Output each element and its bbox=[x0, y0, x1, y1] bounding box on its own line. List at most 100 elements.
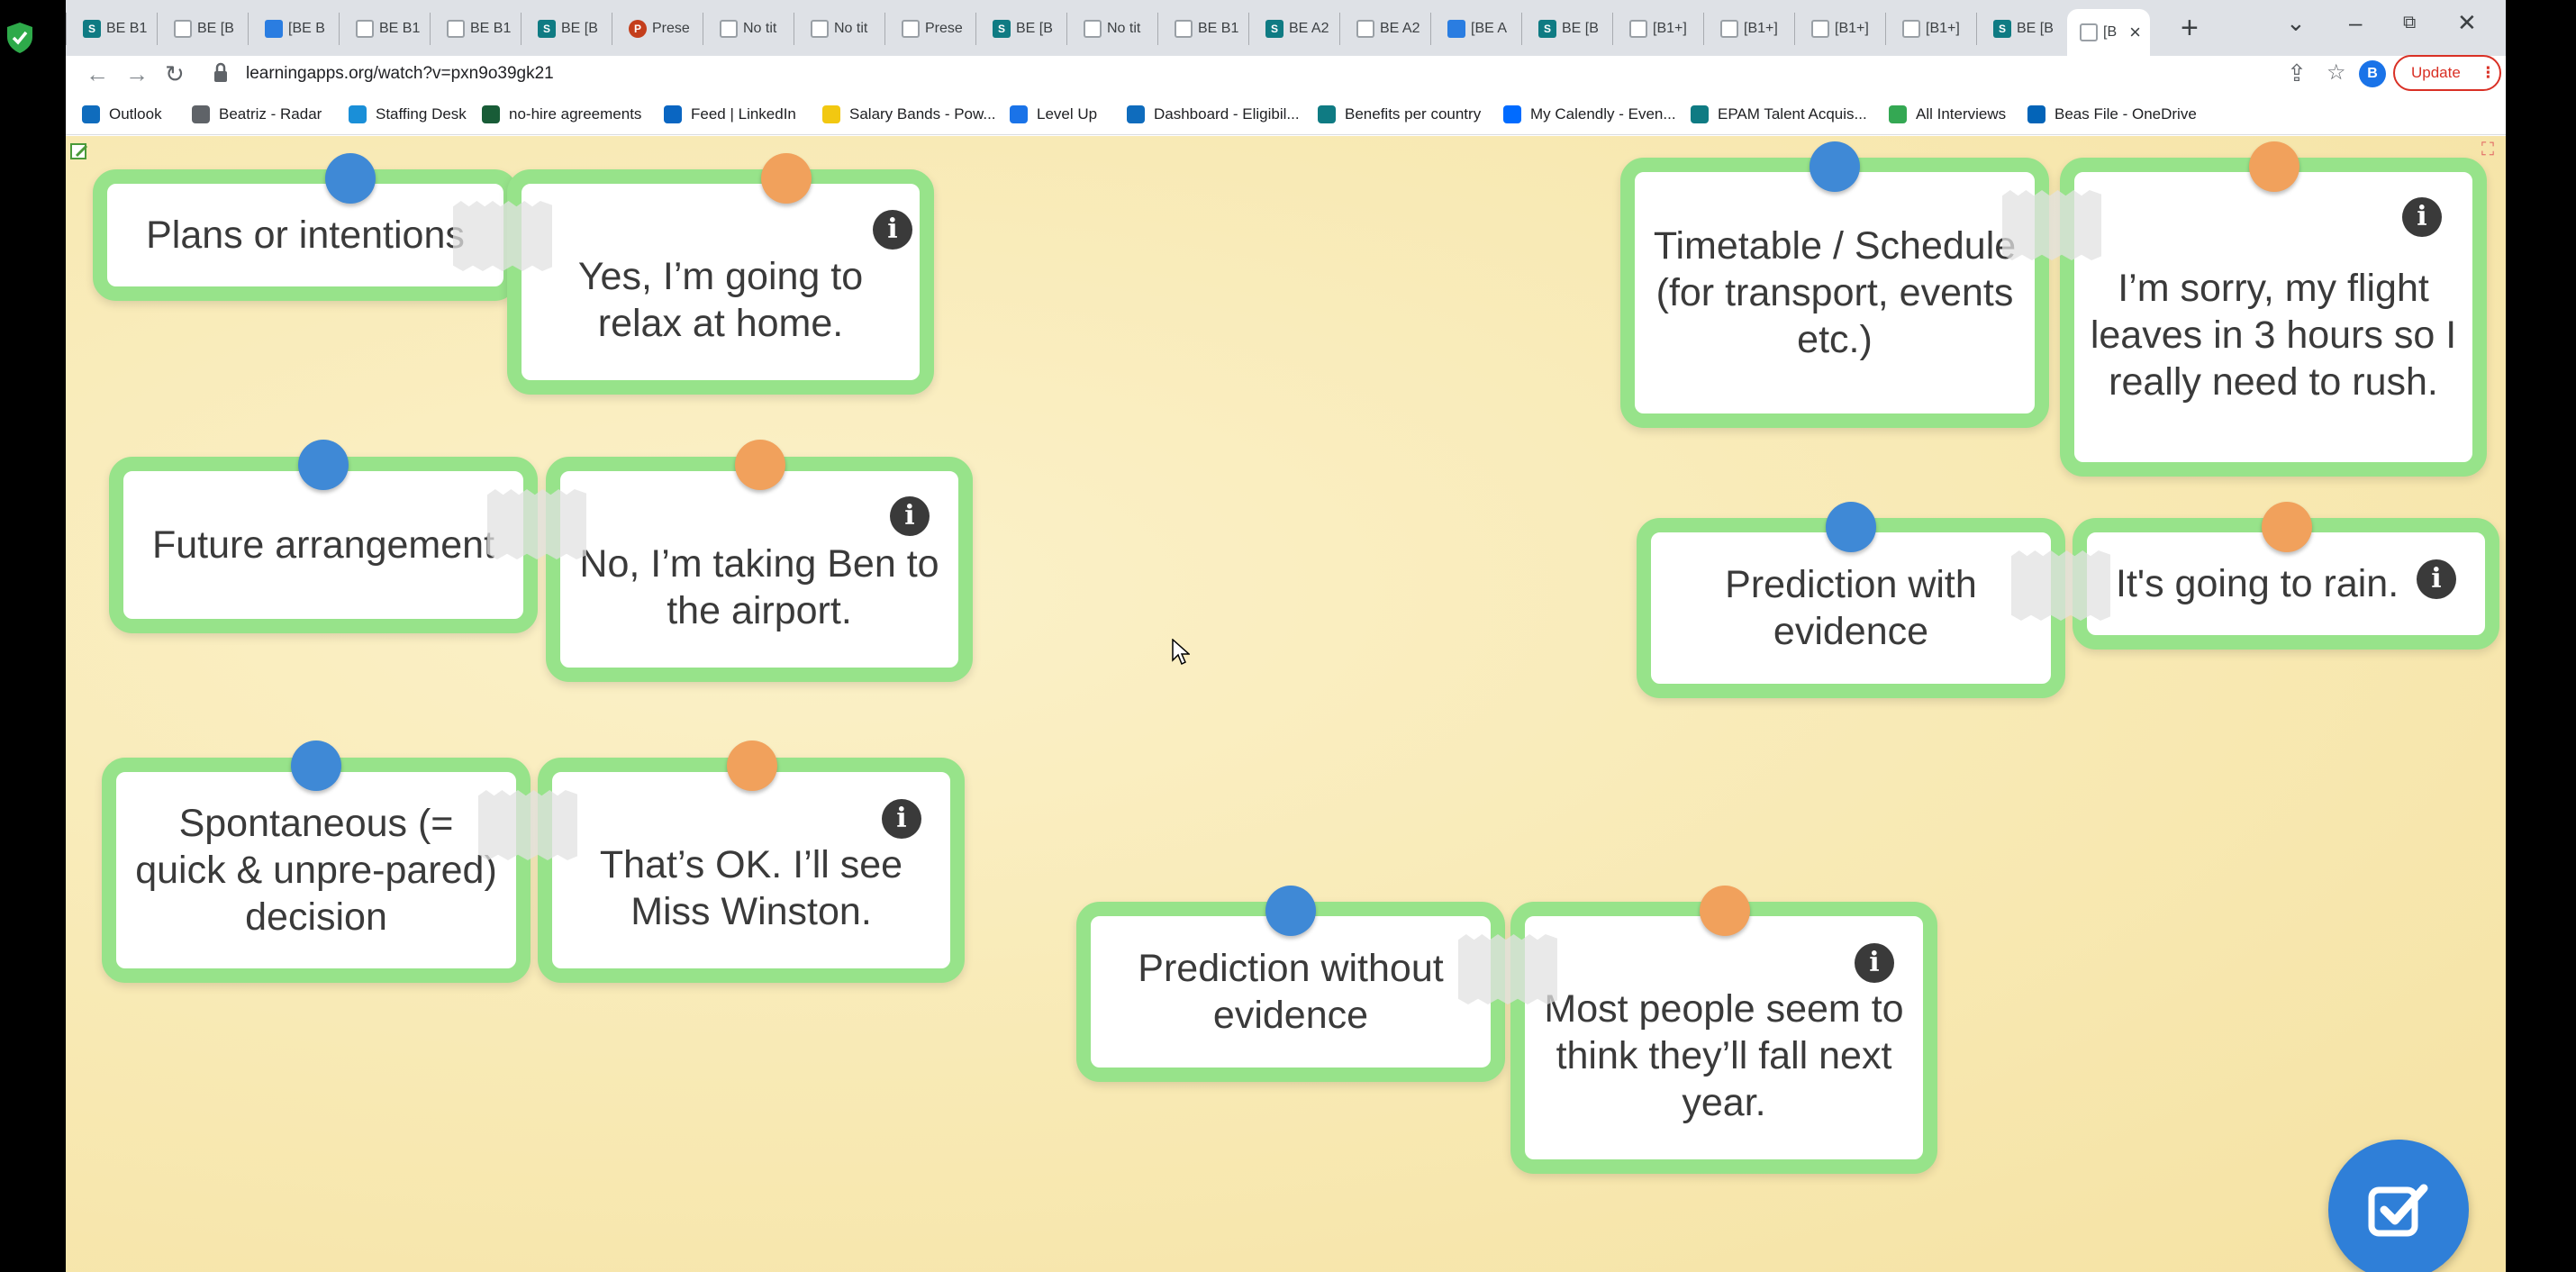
browser-tab[interactable]: S BE [B bbox=[975, 13, 1062, 45]
bookmark-item[interactable]: Feed | LinkedIn bbox=[664, 101, 796, 128]
tape-connector bbox=[2011, 550, 2110, 621]
sharepoint-icon: S bbox=[1265, 20, 1283, 38]
browser-tab[interactable]: P Prese bbox=[612, 13, 698, 45]
puzzle-icon bbox=[1447, 20, 1465, 38]
browser-tab[interactable]: BE [B bbox=[157, 13, 243, 45]
page-icon bbox=[811, 20, 829, 38]
menu-kebab-icon: ⋮ bbox=[2480, 64, 2496, 81]
bookmark-item[interactable]: My Calendly - Even... bbox=[1503, 101, 1676, 128]
browser-tab[interactable]: [BE A bbox=[1430, 13, 1517, 45]
tab-label: No tit bbox=[743, 21, 777, 36]
bookmark-item[interactable]: All Interviews bbox=[1889, 101, 2006, 128]
answer-card[interactable]: No, I’m taking Ben to the airport. bbox=[546, 457, 973, 682]
browser-tab[interactable]: BE B1 bbox=[430, 13, 516, 45]
puzzle-icon bbox=[265, 20, 283, 38]
forward-button[interactable]: → bbox=[125, 56, 149, 92]
new-tab-button[interactable]: + bbox=[2181, 13, 2199, 43]
bookmark-item[interactable]: Benefits per country bbox=[1318, 101, 1481, 128]
browser-tab[interactable]: S BE B1 bbox=[66, 13, 152, 45]
info-icon[interactable]: i bbox=[2402, 197, 2442, 237]
bookmark-item[interactable]: Level Up bbox=[1010, 101, 1097, 128]
edit-app-icon[interactable] bbox=[69, 141, 89, 161]
check-solution-button[interactable] bbox=[2328, 1140, 2469, 1272]
bookmark-item[interactable]: Outlook bbox=[82, 101, 162, 128]
fullscreen-icon[interactable]: ⛶ bbox=[2481, 140, 2494, 160]
tab-search-chevron-icon[interactable]: ⌄ bbox=[2286, 9, 2306, 37]
bookmark-favicon-icon bbox=[664, 105, 682, 123]
share-icon[interactable]: ⇪ bbox=[2287, 58, 2307, 88]
browser-tab[interactable]: BE A2 bbox=[1339, 13, 1426, 45]
page-icon bbox=[1084, 20, 1102, 38]
orange-pin-icon bbox=[727, 740, 777, 791]
info-icon[interactable]: i bbox=[2417, 559, 2456, 599]
tab-label: BE [B bbox=[197, 21, 234, 36]
browser-tab[interactable]: BE B1 bbox=[339, 13, 425, 45]
info-icon[interactable]: i bbox=[890, 496, 930, 536]
tab-label: No tit bbox=[834, 21, 868, 36]
tab-label: No tit bbox=[1107, 21, 1141, 36]
bookmark-favicon-icon bbox=[1889, 105, 1907, 123]
page-icon bbox=[1720, 20, 1738, 38]
tab-label: [B bbox=[2103, 24, 2118, 40]
address-bar[interactable]: learningapps.org/watch?v=pxn9o39gk21 bbox=[246, 59, 554, 88]
blue-pin-icon bbox=[298, 440, 349, 490]
answer-label: It's going to rain. bbox=[2116, 562, 2399, 605]
bookmark-favicon-icon bbox=[2027, 105, 2045, 123]
bookmark-star-icon[interactable]: ☆ bbox=[2327, 58, 2346, 88]
browser-tab[interactable]: No tit bbox=[794, 13, 880, 45]
update-button[interactable]: Update ⋮ bbox=[2393, 55, 2501, 91]
browser-tab[interactable]: No tit bbox=[1066, 13, 1153, 45]
browser-tab[interactable]: [BE B bbox=[248, 13, 334, 45]
profile-avatar[interactable]: B bbox=[2359, 60, 2386, 87]
browser-tab[interactable]: [B1+] bbox=[1612, 13, 1699, 45]
reload-button[interactable]: ↻ bbox=[165, 56, 185, 92]
bookmark-item[interactable]: Dashboard - Eligibil... bbox=[1127, 101, 1300, 128]
info-icon[interactable]: i bbox=[873, 210, 912, 250]
page-icon bbox=[174, 20, 192, 38]
bookmark-item[interactable]: no-hire agreements bbox=[482, 101, 641, 128]
browser-tab[interactable]: S BE A2 bbox=[1248, 13, 1335, 45]
browser-tab[interactable]: No tit bbox=[703, 13, 789, 45]
lock-icon[interactable] bbox=[213, 62, 229, 84]
category-label: Future arrangement bbox=[151, 523, 495, 567]
browser-tab[interactable]: S BE [B bbox=[1521, 13, 1608, 45]
category-label: Spontaneous (= quick & unpre-pared) deci… bbox=[135, 802, 497, 939]
page-icon bbox=[447, 20, 465, 38]
bookmark-label: Dashboard - Eligibil... bbox=[1154, 105, 1300, 123]
browser-tab[interactable]: BE B1 bbox=[1157, 13, 1244, 45]
browser-tab[interactable]: S BE [B bbox=[1976, 13, 2063, 45]
browser-tab[interactable]: Prese bbox=[884, 13, 971, 45]
bookmark-favicon-icon bbox=[1691, 105, 1709, 123]
browser-tab[interactable]: [B × bbox=[2067, 9, 2150, 56]
powerpoint-icon: P bbox=[629, 20, 647, 38]
category-card[interactable]: Spontaneous (= quick & unpre-pared) deci… bbox=[102, 758, 531, 983]
category-card[interactable]: Timetable / Schedule (for transport, eve… bbox=[1620, 158, 2049, 428]
browser-tab[interactable]: S BE [B bbox=[521, 13, 607, 45]
bookmark-label: Level Up bbox=[1037, 105, 1098, 123]
sharepoint-icon: S bbox=[993, 20, 1011, 38]
sharepoint-icon: S bbox=[1993, 20, 2011, 38]
browser-tab[interactable]: [B1+] bbox=[1885, 13, 1972, 45]
bookmark-item[interactable]: Beatriz - Radar bbox=[192, 101, 322, 128]
restore-button[interactable]: ⧉ bbox=[2403, 13, 2416, 33]
info-icon[interactable]: i bbox=[1855, 943, 1894, 983]
browser-tab[interactable]: [B1+] bbox=[1703, 13, 1790, 45]
browser-tab[interactable]: [B1+] bbox=[1794, 13, 1881, 45]
close-window-button[interactable]: ✕ bbox=[2457, 9, 2477, 37]
back-button[interactable]: ← bbox=[86, 56, 109, 92]
bookmark-item[interactable]: Beas File - OneDrive bbox=[2027, 101, 2197, 128]
bookmark-item[interactable]: EPAM Talent Acquis... bbox=[1691, 101, 1867, 128]
minimize-button[interactable]: – bbox=[2349, 9, 2362, 37]
close-tab-icon[interactable]: × bbox=[2129, 21, 2141, 44]
answer-card[interactable]: Yes, I’m going to relax at home. bbox=[507, 169, 934, 395]
orange-pin-icon bbox=[1700, 886, 1750, 936]
tape-connector bbox=[2002, 190, 2101, 260]
bookmark-item[interactable]: Staffing Desk bbox=[349, 101, 467, 128]
orange-pin-icon bbox=[761, 153, 812, 204]
info-icon[interactable]: i bbox=[882, 799, 921, 839]
page-icon bbox=[1175, 20, 1193, 38]
bookmark-item[interactable]: Salary Bands - Pow... bbox=[822, 101, 996, 128]
page-icon bbox=[1356, 20, 1374, 38]
tab-label: [B1+] bbox=[1926, 21, 1960, 36]
answer-card[interactable]: That’s OK. I’ll see Miss Winston. bbox=[538, 758, 965, 983]
